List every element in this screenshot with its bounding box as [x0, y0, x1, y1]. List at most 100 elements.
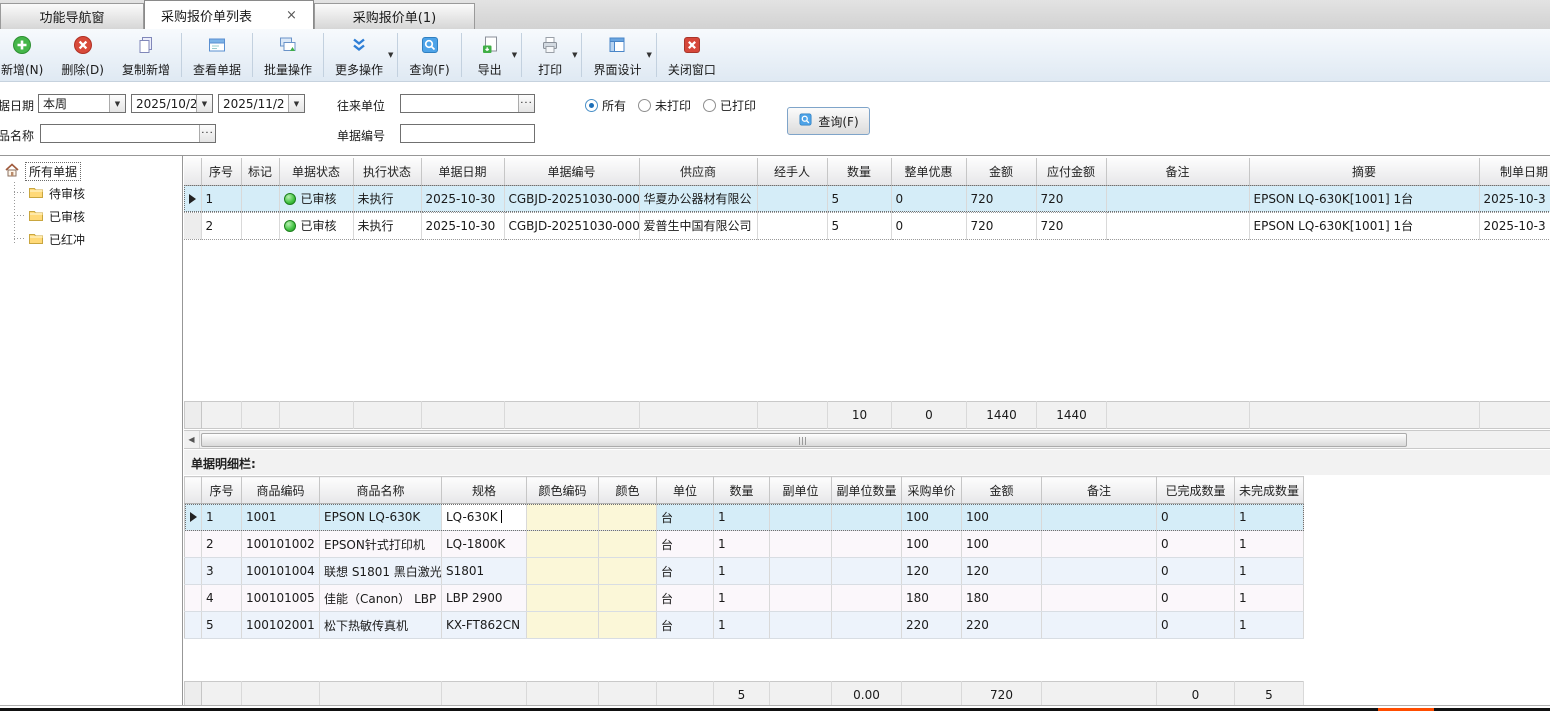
toolbar-separator [656, 33, 657, 77]
toolbar-separator [397, 33, 398, 77]
date-to-select[interactable]: 2025/11/2▼ [218, 94, 305, 113]
grid-panel: 序号 标记 单据状态 执行状态 单据日期 单据编号 供应商 经手人 数量 整单优… [184, 156, 1550, 707]
col-header[interactable]: 单据日期 [421, 158, 504, 185]
close-window-button[interactable]: 关闭窗口 [659, 31, 725, 80]
col-header[interactable]: 颜色 [599, 477, 657, 504]
tab-bar: 功能导航窗 采购报价单列表 × 采购报价单(1) [0, 0, 1550, 29]
col-header[interactable]: 供应商 [639, 158, 757, 185]
col-header[interactable]: 应付金额 [1036, 158, 1106, 185]
col-header[interactable]: 备注 [1042, 477, 1157, 504]
toolbar: 新增(N) 删除(D) 复制新增 查看单据 批量操作 更多操作 ▼ 查询(F [0, 29, 1550, 82]
col-header[interactable]: 数量 [714, 477, 770, 504]
search-icon [798, 112, 813, 130]
batch-ops-button[interactable]: 批量操作 [255, 31, 321, 80]
col-header[interactable]: 金额 [966, 158, 1036, 185]
delete-button[interactable]: 删除(D) [52, 31, 113, 80]
chevron-down-icon[interactable]: ▼ [109, 95, 125, 112]
docno-label: 单据编号 [337, 127, 385, 144]
col-header[interactable]: 序号 [201, 158, 241, 185]
status-approved-icon [284, 220, 296, 232]
toolbar-separator [461, 33, 462, 77]
dropdown-caret-icon[interactable]: ▼ [388, 51, 393, 59]
ui-design-button[interactable]: 界面设计 [584, 31, 650, 80]
col-header[interactable]: 副单位数量 [832, 477, 902, 504]
horizontal-scrollbar[interactable]: ◀ [184, 430, 1550, 449]
tab-close-icon[interactable]: × [286, 9, 297, 22]
radio-unprinted[interactable]: 未打印 [638, 97, 691, 114]
tree-item-approved[interactable]: 已审核 [28, 207, 85, 226]
product-label: 商品名称 [0, 127, 34, 144]
total-qty: 10 [828, 402, 892, 429]
radio-printed[interactable]: 已打印 [703, 97, 756, 114]
col-header[interactable]: 备注 [1106, 158, 1249, 185]
detail-row[interactable]: 4 100101005 佳能（Canon） LBP LBP 2900 台 1 1… [185, 585, 1304, 612]
col-header[interactable]: 采购单价 [902, 477, 962, 504]
dropdown-caret-icon[interactable]: ▼ [646, 51, 651, 59]
view-doc-button[interactable]: 查看单据 [184, 31, 250, 80]
ui-design-icon [607, 35, 627, 58]
col-header[interactable]: 颜色编码 [527, 477, 599, 504]
main-grid-header: 序号 标记 单据状态 执行状态 单据日期 单据编号 供应商 经手人 数量 整单优… [184, 158, 1550, 185]
col-header[interactable]: 序号 [202, 477, 242, 504]
col-header[interactable]: 未完成数量 [1235, 477, 1304, 504]
col-header[interactable]: 执行状态 [353, 158, 421, 185]
col-header[interactable]: 单位 [657, 477, 714, 504]
col-header[interactable]: 经手人 [757, 158, 827, 185]
chevron-down-icon[interactable]: ▼ [196, 95, 212, 112]
detail-section: 单据明细栏: [184, 450, 1550, 475]
col-header[interactable]: 制单日期 [1479, 158, 1550, 185]
col-header[interactable]: 副单位 [770, 477, 832, 504]
splitter-handle[interactable] [1378, 708, 1434, 711]
date-from-select[interactable]: 2025/10/27▼ [131, 94, 213, 113]
date-preset-select[interactable]: 本周▼ [38, 94, 126, 113]
dropdown-caret-icon[interactable]: ▼ [572, 51, 577, 59]
col-header[interactable]: 数量 [827, 158, 891, 185]
query-button[interactable]: 查询(F) [787, 107, 870, 135]
col-header[interactable]: 摘要 [1249, 158, 1479, 185]
lookup-ellipsis-button[interactable]: ··· [518, 95, 534, 112]
more-ops-button[interactable]: 更多操作 [326, 31, 392, 80]
product-input[interactable]: ··· [40, 124, 216, 143]
tab-nav-window[interactable]: 功能导航窗 [0, 3, 144, 29]
tree-item-all-docs[interactable]: 所有单据 [4, 162, 81, 181]
detail-row[interactable]: 3 100101004 联想 S1801 黑白激光 S1801 台 1 120 … [185, 558, 1304, 585]
col-header[interactable]: 单据编号 [504, 158, 639, 185]
col-header[interactable]: 已完成数量 [1157, 477, 1235, 504]
tree-item-pending[interactable]: 待审核 [28, 184, 85, 203]
col-header[interactable]: 商品名称 [320, 477, 442, 504]
text-cursor [501, 510, 502, 523]
tree-item-reversed[interactable]: 已红冲 [28, 230, 85, 249]
current-row-arrow-icon [190, 512, 197, 522]
col-header[interactable]: 规格 [442, 477, 527, 504]
detail-row[interactable]: 1 1001 EPSON LQ-630K LQ-630K 台 1 100 100 [185, 504, 1304, 531]
docno-input[interactable] [400, 124, 535, 143]
col-header[interactable]: 单据状态 [279, 158, 353, 185]
col-header[interactable]: 标记 [241, 158, 279, 185]
tab-quotation-list[interactable]: 采购报价单列表 × [144, 0, 314, 29]
table-row[interactable]: 2 已审核 未执行 2025-10-30 CGBJD-20251030-000 … [184, 212, 1550, 239]
detail-row[interactable]: 5 100102001 松下热敏传真机 KX-FT862CN 台 1 220 2… [185, 612, 1304, 639]
scrollbar-thumb[interactable] [201, 433, 1407, 447]
table-row[interactable]: 1 已审核 未执行 2025-10-30 CGBJD-20251030-000 … [184, 185, 1550, 212]
toolbar-separator [252, 33, 253, 77]
col-header[interactable]: 金额 [962, 477, 1042, 504]
lookup-ellipsis-button[interactable]: ··· [199, 125, 215, 142]
radio-all[interactable]: 所有 [585, 97, 626, 114]
col-header[interactable]: 整单优惠 [891, 158, 966, 185]
col-header[interactable]: 商品编码 [242, 477, 320, 504]
total-qty: 5 [714, 682, 770, 708]
add-button[interactable]: 新增(N) [0, 31, 52, 80]
chevron-down-icon[interactable]: ▼ [288, 95, 304, 112]
query-toolbar-button[interactable]: 查询(F) [400, 31, 458, 80]
scroll-left-arrow-icon[interactable]: ◀ [184, 431, 200, 448]
folder-icon [28, 184, 44, 203]
tab-quotation-form[interactable]: 采购报价单(1) [314, 3, 475, 29]
dropdown-caret-icon[interactable]: ▼ [512, 51, 517, 59]
copy-add-button[interactable]: 复制新增 [113, 31, 179, 80]
detail-grid-totals: 5 0.00 720 0 5 [184, 681, 1304, 707]
print-button[interactable]: 打印 [524, 31, 576, 80]
export-button[interactable]: 导出 [464, 31, 516, 80]
partner-input[interactable]: ··· [400, 94, 535, 113]
detail-row[interactable]: 2 100101002 EPSON针式打印机 LQ-1800K 台 1 100 … [185, 531, 1304, 558]
spec-edit-cell[interactable]: LQ-630K [442, 504, 527, 531]
